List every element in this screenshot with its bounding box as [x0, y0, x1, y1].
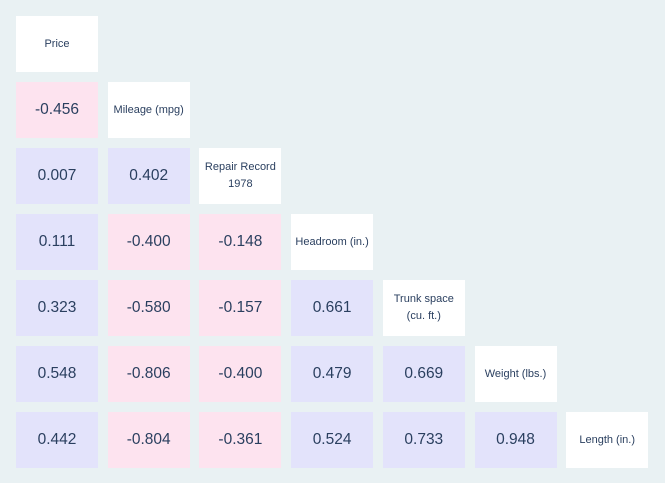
variable-label-0: Price — [16, 16, 98, 72]
variable-label-5: Weight (lbs.) — [474, 346, 557, 402]
correlation-cell-5-1: -0.806 — [107, 346, 190, 402]
correlation-cell-6-3: 0.524 — [291, 412, 374, 468]
variable-label-3: Headroom (in.) — [291, 214, 374, 270]
correlation-cell-5-3: 0.479 — [291, 346, 374, 402]
correlation-cell-6-2: -0.361 — [199, 412, 282, 468]
correlation-cell-6-5: 0.948 — [474, 412, 557, 468]
correlation-cell-4-3: 0.661 — [291, 280, 374, 336]
correlation-cell-5-2: -0.400 — [199, 346, 282, 402]
correlation-cell-2-0: 0.007 — [16, 148, 98, 204]
variable-label-2: Repair Record 1978 — [199, 148, 282, 204]
correlation-cell-3-1: -0.400 — [107, 214, 190, 270]
correlation-cell-3-0: 0.111 — [16, 214, 98, 270]
correlation-cell-1-0: -0.456 — [16, 82, 98, 138]
correlation-cell-4-1: -0.580 — [107, 280, 190, 336]
correlation-cell-2-1: 0.402 — [107, 148, 190, 204]
correlation-cell-6-4: 0.733 — [382, 412, 465, 468]
correlation-cell-6-1: -0.804 — [107, 412, 190, 468]
variable-label-1: Mileage (mpg) — [107, 82, 190, 138]
correlation-cell-3-2: -0.148 — [199, 214, 282, 270]
correlation-cell-4-2: -0.157 — [199, 280, 282, 336]
correlation-cell-4-0: 0.323 — [16, 280, 98, 336]
correlation-cell-5-4: 0.669 — [382, 346, 465, 402]
variable-label-4: Trunk space (cu. ft.) — [382, 280, 465, 336]
variable-label-6: Length (in.) — [566, 412, 649, 468]
correlation-matrix: Price -0.456 Mileage (mpg) 0.007 0.402 Repair… — [0, 0, 665, 483]
correlation-cell-6-0: 0.442 — [16, 412, 98, 468]
correlation-cell-5-0: 0.548 — [16, 346, 98, 402]
